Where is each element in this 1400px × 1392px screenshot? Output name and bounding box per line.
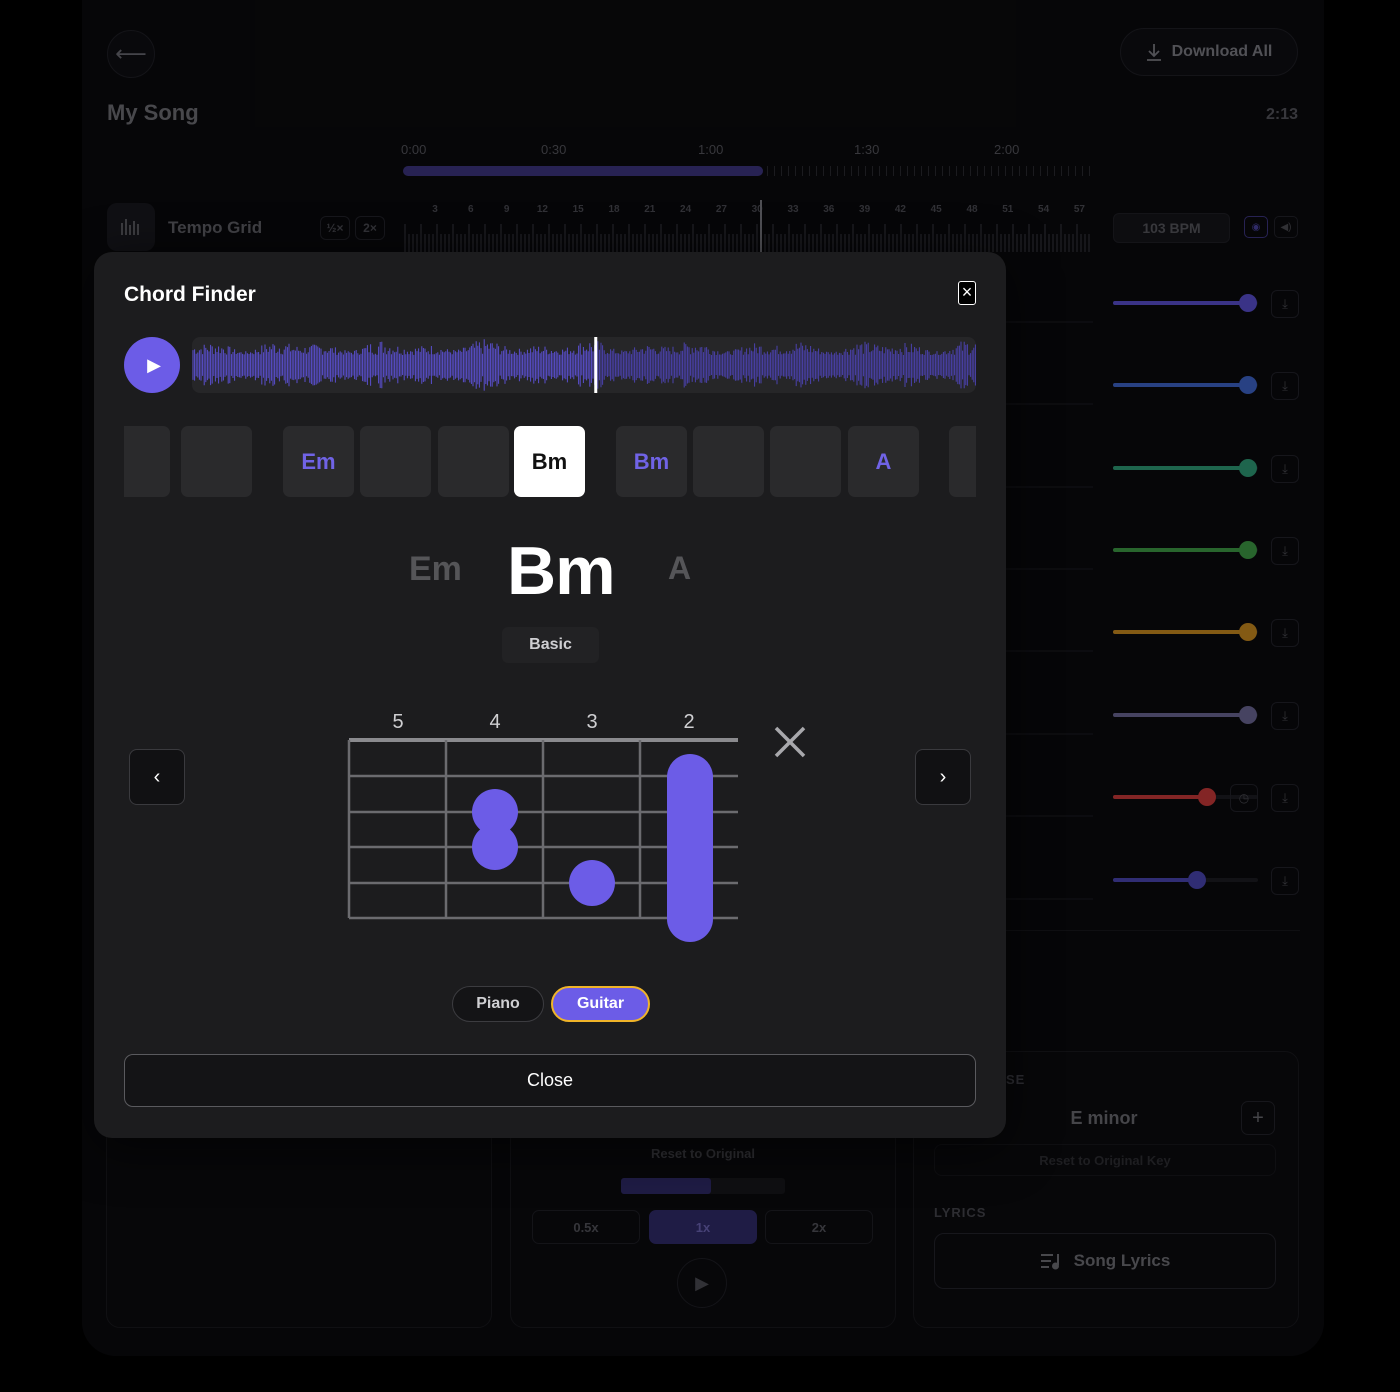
guitar-toggle[interactable]: Guitar bbox=[551, 986, 650, 1022]
dialog-title: Chord Finder bbox=[124, 283, 256, 306]
guitar-chord-diagram: 5 4 3 2 bbox=[347, 711, 806, 942]
chord-variation-selector[interactable]: Basic bbox=[502, 627, 599, 663]
waveform-graphic bbox=[192, 337, 976, 393]
close-button[interactable]: Close bbox=[124, 1054, 976, 1107]
fret-number-label: 2 bbox=[683, 711, 694, 733]
current-chord: Bm bbox=[507, 533, 616, 609]
chevron-left-icon: ‹ bbox=[153, 765, 161, 788]
previous-voicing-button[interactable]: ‹ bbox=[129, 749, 185, 805]
fret-number-label: 4 bbox=[489, 711, 500, 733]
chord-timeline: Em Bm Bm A bbox=[124, 426, 976, 498]
play-icon: ▶ bbox=[147, 354, 161, 375]
fret-number-label: 5 bbox=[392, 711, 403, 733]
finger-dot bbox=[569, 860, 615, 906]
next-chord: A bbox=[668, 550, 692, 586]
barre-bar bbox=[667, 754, 713, 942]
muted-string-icon bbox=[774, 726, 806, 758]
chord-cell-em[interactable]: Em bbox=[283, 426, 354, 497]
chord-cell-empty[interactable] bbox=[124, 426, 170, 497]
chord-finder-dialog: Chord Finder × ▶ Em Bm Bm A Em Bm A Basic ‹… bbox=[94, 252, 1006, 1138]
audio-waveform[interactable] bbox=[192, 337, 976, 393]
play-button[interactable]: ▶ bbox=[124, 337, 180, 393]
chord-cell-bm[interactable]: Bm bbox=[616, 426, 687, 497]
finger-dot bbox=[472, 824, 518, 870]
piano-toggle[interactable]: Piano bbox=[452, 986, 544, 1022]
chord-cell-bm[interactable]: Bm bbox=[514, 426, 585, 497]
chord-cell-empty[interactable] bbox=[693, 426, 764, 497]
fret-number-label: 3 bbox=[586, 711, 597, 733]
chevron-right-icon: › bbox=[939, 765, 947, 788]
next-voicing-button[interactable]: › bbox=[915, 749, 971, 805]
chord-cell-empty[interactable] bbox=[181, 426, 252, 497]
chord-cell-empty[interactable] bbox=[438, 426, 509, 497]
chord-cell-empty[interactable] bbox=[770, 426, 841, 497]
close-icon[interactable]: × bbox=[958, 281, 976, 305]
chord-cell-empty[interactable] bbox=[360, 426, 431, 497]
chord-cell-a[interactable]: A bbox=[848, 426, 919, 497]
chord-cell-empty[interactable] bbox=[949, 426, 976, 497]
